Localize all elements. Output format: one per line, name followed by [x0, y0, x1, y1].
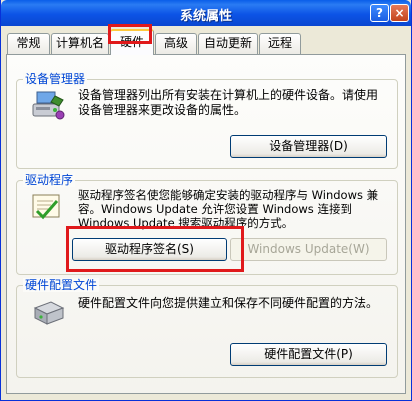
hardware-tab-highlight	[108, 24, 152, 44]
tab-remote[interactable]: 远程	[259, 33, 301, 54]
device-manager-button[interactable]: 设备管理器(D)	[230, 135, 387, 158]
title-bar[interactable]: 系统属性 ? ×	[1, 0, 411, 26]
drivers-group-label: 驱动程序	[23, 173, 76, 187]
tab-advanced[interactable]: 高级	[155, 33, 197, 54]
hardware-profile-icon	[31, 298, 65, 329]
certificate-checkmark-icon	[31, 193, 63, 226]
close-button[interactable]: ×	[390, 4, 409, 22]
system-properties-window: 系统属性 ? × 常规 计算机名 硬件 高级 自动更新 远程 设备管理器 设备管…	[0, 0, 412, 401]
hardware-profiles-button[interactable]: 硬件配置文件(P)	[230, 343, 387, 366]
device-manager-group: 设备管理器 设备管理器列出所有安装在计算机上的硬件设备。请使用设备管理器来更改设…	[16, 72, 398, 169]
driver-signing-highlight	[66, 226, 244, 272]
device-manager-group-label: 设备管理器	[23, 72, 88, 86]
hardware-profiles-description: 硬件配置文件向您提供建立和保存不同硬件配置的方法。	[78, 296, 379, 310]
hardware-profiles-group-label: 硬件配置文件	[23, 278, 100, 292]
tab-computer-name[interactable]: 计算机名	[51, 33, 109, 54]
computer-devices-icon	[31, 90, 65, 123]
tab-general[interactable]: 常规	[7, 33, 50, 54]
help-button[interactable]: ?	[370, 4, 389, 22]
drivers-description: 驱动程序签名使您能够确定安装的驱动程序与 Windows 兼容。Windows …	[78, 188, 379, 230]
device-manager-description: 设备管理器列出所有安装在计算机上的硬件设备。请使用设备管理器来更改设备的属性。	[78, 88, 379, 117]
window-title: 系统属性	[179, 9, 232, 24]
tab-automatic-updates[interactable]: 自动更新	[198, 33, 258, 54]
windows-update-button[interactable]: Windows Update(W)	[230, 238, 387, 261]
hardware-profiles-group: 硬件配置文件 硬件配置文件向您提供建立和保存不同硬件配置的方法。 硬件配置文件(…	[16, 278, 398, 378]
